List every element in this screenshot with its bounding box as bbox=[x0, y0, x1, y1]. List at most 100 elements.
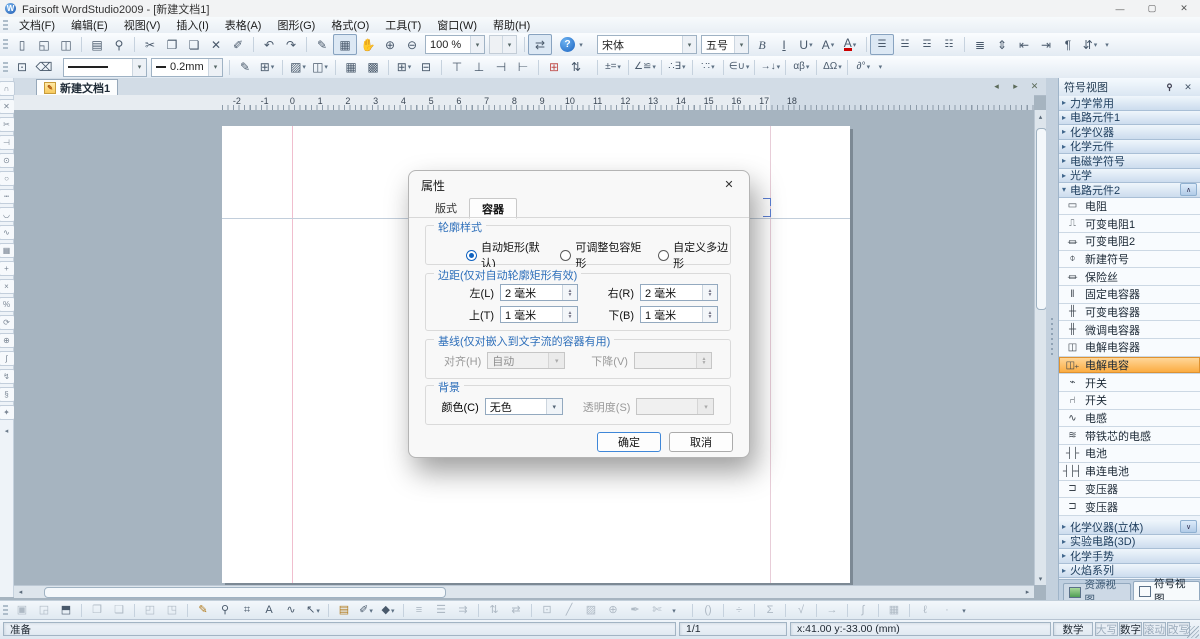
align-left-button[interactable]: ☰ bbox=[870, 34, 894, 55]
cut-button[interactable]: ✂ bbox=[139, 35, 161, 54]
math-therefore-button[interactable]: ∴∃ bbox=[666, 58, 688, 77]
margin-input[interactable]: 1 毫米▲▼ bbox=[640, 306, 718, 323]
trim-button[interactable]: ✄ bbox=[646, 602, 668, 619]
indent-decrease-button[interactable]: ⇤ bbox=[1013, 35, 1035, 54]
insert-table-button[interactable]: ⊞ bbox=[393, 58, 415, 77]
spinner-icon[interactable]: ▲▼ bbox=[562, 285, 577, 300]
bring-front-button[interactable]: ❐ bbox=[86, 602, 108, 619]
connector-button[interactable]: ╱ bbox=[558, 602, 580, 619]
table-draw-button[interactable]: ⊡ bbox=[11, 58, 33, 77]
menu-item[interactable]: 格式(O) bbox=[323, 16, 377, 34]
distribute-shapes-button[interactable]: ◳ bbox=[161, 602, 183, 619]
chevron-down-icon[interactable]: ▾ bbox=[682, 36, 696, 53]
dash-style-button[interactable]: ☰ bbox=[430, 602, 452, 619]
num-lock-toggle[interactable]: 数字 bbox=[1119, 622, 1142, 636]
hatch-button[interactable]: ▨ bbox=[580, 602, 602, 619]
numbered-list-button[interactable]: ≣ bbox=[969, 35, 991, 54]
margin-input[interactable]: 1 毫米▲▼ bbox=[500, 306, 578, 323]
toolbar-grip[interactable] bbox=[3, 20, 8, 31]
eq-bracket-button[interactable]: () bbox=[697, 602, 719, 619]
toolbar-overflow-button[interactable]: ▾ bbox=[958, 601, 970, 620]
symbol-resistor[interactable]: ▭电阻 bbox=[1059, 198, 1200, 216]
line-spacing-button[interactable]: ⇕ bbox=[991, 35, 1013, 54]
symbol-electrolytic-capacitor-2[interactable]: ◫₊电解电容 bbox=[1059, 357, 1200, 375]
paragraph-sort-button[interactable]: ⇵ bbox=[1079, 35, 1101, 54]
scroll-left-icon[interactable]: ◂ bbox=[15, 587, 26, 596]
close-panel-button[interactable]: ✕ bbox=[1181, 81, 1195, 93]
shading-button[interactable]: ▨ bbox=[287, 58, 309, 77]
draw-tool-button[interactable]: ✎ bbox=[311, 35, 333, 54]
dialog-tab[interactable]: 容器 bbox=[469, 198, 517, 219]
symbol-fuse[interactable]: ⏛保险丝 bbox=[1059, 268, 1200, 286]
math-angle-button[interactable]: ∠≌ bbox=[633, 58, 657, 77]
math-set-button[interactable]: ∈∪ bbox=[728, 58, 751, 77]
format-painter-button[interactable]: ✐ bbox=[227, 35, 249, 54]
toolbar-grip[interactable] bbox=[3, 39, 8, 50]
document-tab[interactable]: ✎ 新建文档1 bbox=[36, 79, 118, 95]
math-because-button[interactable]: ∵∶ bbox=[697, 58, 719, 77]
math-partial-button[interactable]: ∂° bbox=[852, 58, 874, 77]
next-document-button[interactable]: ▸ bbox=[1008, 79, 1023, 93]
chevron-down-icon[interactable]: ▾ bbox=[132, 59, 146, 76]
paragraph-marks-button[interactable]: ¶ bbox=[1057, 35, 1079, 54]
pan-hand-button[interactable]: ✋ bbox=[357, 35, 379, 54]
chevron-down-icon[interactable]: ▾ bbox=[470, 36, 484, 53]
panel-splitter[interactable] bbox=[1046, 78, 1058, 600]
fit-page-button[interactable]: ⇄ bbox=[528, 34, 552, 55]
zoom-combo[interactable]: 100 %▾ bbox=[425, 35, 485, 54]
spinner-icon[interactable]: ▲▼ bbox=[702, 285, 717, 300]
circle-snap-button[interactable]: ○ bbox=[0, 171, 15, 186]
help-button[interactable]: ? bbox=[560, 37, 575, 52]
math-delta-button[interactable]: ΔΩ bbox=[821, 58, 843, 77]
font-size-combo[interactable]: 五号▾ bbox=[701, 35, 749, 54]
copy-button[interactable]: ❐ bbox=[161, 35, 183, 54]
print-preview-button[interactable]: ⚲ bbox=[108, 35, 130, 54]
insert-row-above-button[interactable]: ⊤ bbox=[446, 58, 468, 77]
minimize-button[interactable]: — bbox=[1104, 0, 1136, 17]
zoom-in-button[interactable]: ⊕ bbox=[379, 35, 401, 54]
snap-grid-button[interactable]: ▩ bbox=[362, 58, 384, 77]
curve-tool-button[interactable]: ∿ bbox=[280, 602, 302, 619]
scroll-up-button[interactable]: ∧ bbox=[1180, 183, 1197, 196]
menu-item[interactable]: 图形(G) bbox=[269, 16, 323, 34]
select-tool-button[interactable]: ↖ bbox=[302, 602, 324, 619]
horizontal-space-button[interactable]: ⇄ bbox=[505, 602, 527, 619]
align-justify-button[interactable]: ☷ bbox=[938, 35, 960, 54]
percent-snap-button[interactable]: % bbox=[0, 297, 15, 312]
eq-matrix-button[interactable]: ▦ bbox=[883, 602, 905, 619]
symbol-inductor[interactable]: ∿电感 bbox=[1059, 410, 1200, 428]
open-button[interactable]: ◱ bbox=[33, 35, 55, 54]
symbol-variable-resistor-1[interactable]: ⎍可变电阻1 bbox=[1059, 215, 1200, 233]
line-width-button[interactable]: ≡ bbox=[408, 602, 430, 619]
horizontal-scroll-thumb[interactable] bbox=[44, 587, 446, 598]
panel-tab[interactable]: 符号视图 bbox=[1133, 581, 1200, 600]
save-button[interactable]: ◫ bbox=[55, 35, 77, 54]
ok-button[interactable]: 确定 bbox=[597, 432, 661, 452]
eq-symbol-button[interactable]: ℓ bbox=[914, 602, 936, 619]
close-document-button[interactable]: ✕ bbox=[1027, 79, 1042, 93]
prev-document-button[interactable]: ◂ bbox=[989, 79, 1004, 93]
toolbar-grip[interactable] bbox=[3, 62, 8, 73]
toolbar-overflow-button[interactable]: ▾ bbox=[874, 58, 886, 77]
background-color-select[interactable]: 无色 ▾ bbox=[485, 398, 563, 415]
align-shapes-button[interactable]: ◰ bbox=[139, 602, 161, 619]
scroll-down-icon[interactable]: ▾ bbox=[1035, 573, 1046, 584]
horizontal-scrollbar[interactable]: ◂ ▸ bbox=[14, 585, 1034, 598]
spinner-icon[interactable]: ▲▼ bbox=[562, 307, 577, 322]
eq-accent-button[interactable]: · bbox=[936, 602, 958, 619]
symbol-trimmer-capacitor[interactable]: ╫微调电容器 bbox=[1059, 321, 1200, 339]
symbol-switch-2[interactable]: ⑁开关 bbox=[1059, 392, 1200, 410]
eq-arrow-button[interactable]: → bbox=[821, 602, 843, 619]
star-snap-button[interactable]: ✦ bbox=[0, 405, 15, 420]
symbol-electrolytic-capacitor-1[interactable]: ◫电解电容器 bbox=[1059, 339, 1200, 357]
symbol-switch-1[interactable]: ⌁开关 bbox=[1059, 374, 1200, 392]
bold-button[interactable]: B bbox=[751, 35, 773, 54]
math-plusminus-button[interactable]: ±= bbox=[602, 58, 624, 77]
chevron-down-icon[interactable]: ▾ bbox=[734, 36, 748, 53]
pen-color-button[interactable]: ✎ bbox=[234, 58, 256, 77]
zoom-out-button[interactable]: ⊖ bbox=[401, 35, 423, 54]
chevron-down-icon[interactable]: ▾ bbox=[546, 399, 562, 414]
ungroup-button[interactable]: ◲ bbox=[33, 602, 55, 619]
align-center-button[interactable]: ☱ bbox=[894, 35, 916, 54]
toolbar-overflow-button[interactable]: ▾ bbox=[668, 601, 680, 620]
